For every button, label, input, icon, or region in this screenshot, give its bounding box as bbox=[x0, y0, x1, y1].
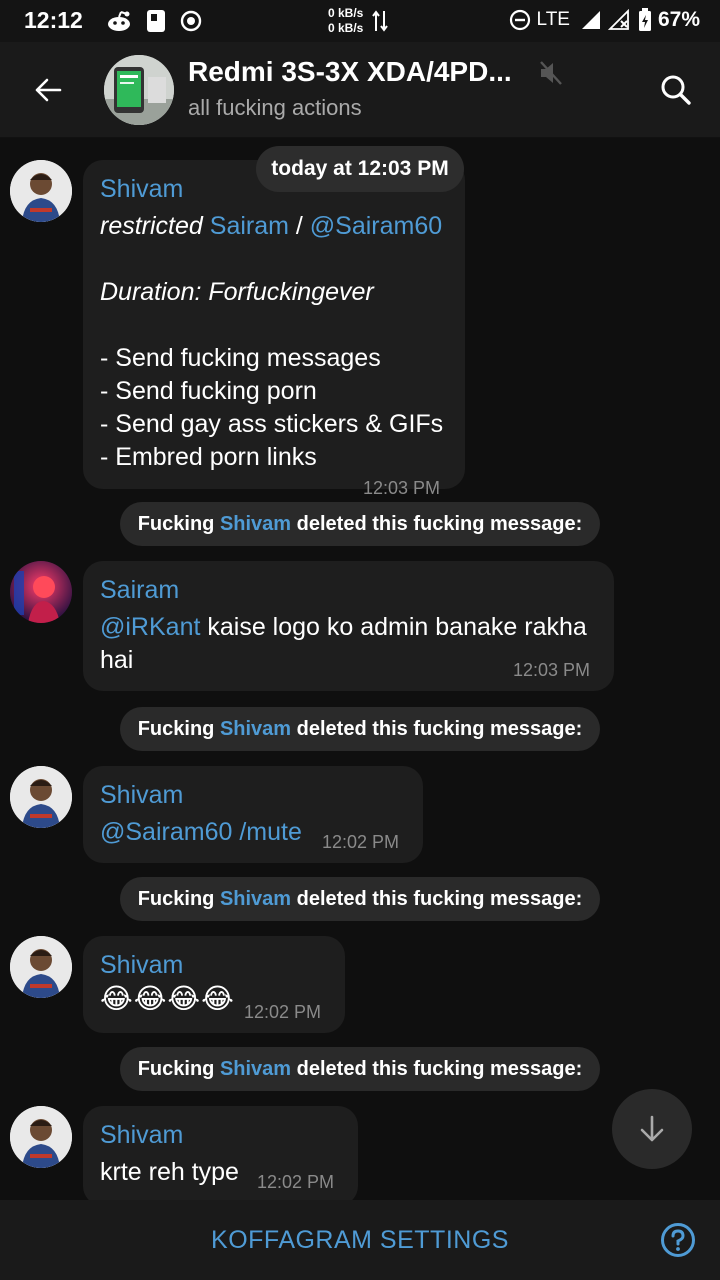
status-bar: 12:12 0 kB/s 0 kB/s LTE 67% bbox=[0, 0, 720, 42]
search-button[interactable] bbox=[654, 68, 698, 112]
sim-card-icon bbox=[147, 10, 165, 32]
message-time: 12:02 PM bbox=[322, 832, 400, 852]
search-icon bbox=[661, 75, 691, 105]
help-icon[interactable] bbox=[660, 1222, 696, 1258]
message-bubble[interactable]: Shivam @Sairam60 /mute 12:02 PM bbox=[83, 766, 423, 863]
muted-icon bbox=[540, 61, 562, 85]
system-suffix: deleted this fucking message: bbox=[291, 887, 583, 910]
sender-name[interactable]: Sairam bbox=[100, 576, 179, 605]
chat-subtitle: all fucking actions bbox=[188, 95, 362, 120]
system-message: Fucking Shivam deleted this fucking mess… bbox=[120, 502, 600, 546]
network-speed: 0 kB/s 0 kB/s bbox=[328, 6, 363, 36]
avatar-shivam[interactable] bbox=[10, 766, 72, 828]
system-prefix: Fucking bbox=[137, 1057, 220, 1080]
message-time: 12:03 PM bbox=[363, 478, 441, 498]
arrow-back-icon bbox=[35, 78, 62, 102]
battery-percent: 67% bbox=[657, 8, 700, 31]
system-prefix: Fucking bbox=[137, 717, 220, 740]
sender-name[interactable]: Shivam bbox=[100, 781, 183, 810]
system-user-link[interactable]: Shivam bbox=[220, 513, 291, 536]
scroll-to-bottom-button[interactable] bbox=[612, 1089, 692, 1169]
system-message: Fucking Shivam deleted this fucking mess… bbox=[120, 1047, 600, 1091]
system-prefix: Fucking bbox=[137, 887, 220, 910]
back-button[interactable] bbox=[24, 66, 72, 114]
reddit-icon bbox=[108, 11, 130, 31]
message-bubble[interactable]: Sairam @iRKant kaise logo ko admin banak… bbox=[83, 561, 614, 691]
message-text: krte reh type bbox=[100, 1158, 239, 1186]
avatar-sairam[interactable] bbox=[10, 561, 72, 623]
target-name-link[interactable]: Sairam bbox=[210, 212, 289, 240]
avatar-shivam[interactable] bbox=[10, 160, 72, 222]
do-not-disturb-icon bbox=[509, 9, 530, 31]
sender-name[interactable]: Shivam bbox=[100, 1121, 183, 1150]
record-icon bbox=[180, 10, 202, 32]
message-time: 12:02 PM bbox=[244, 1002, 322, 1022]
message-time: 12:02 PM bbox=[257, 1172, 335, 1192]
restriction-item: - Send fucking messages bbox=[100, 344, 381, 372]
arrow-down-icon bbox=[640, 1115, 664, 1142]
message-text: @iRKant kaise logo ko admin banake rakha bbox=[100, 611, 587, 644]
sender-name[interactable]: Shivam bbox=[100, 951, 183, 980]
user-photo-icon bbox=[10, 1106, 72, 1168]
avatar-shivam[interactable] bbox=[10, 936, 72, 998]
message-text-part: hai bbox=[100, 646, 134, 674]
sender-name[interactable]: Shivam bbox=[100, 175, 183, 204]
group-avatar[interactable] bbox=[104, 55, 174, 125]
status-right-icons: LTE 67% bbox=[509, 8, 700, 32]
bottom-bar: KOFFAGRAM SETTINGS bbox=[0, 1200, 720, 1280]
net-down-speed: 0 kB/s bbox=[328, 21, 364, 35]
signal-no-service-icon bbox=[607, 9, 629, 30]
system-message: Fucking Shivam deleted this fucking mess… bbox=[120, 707, 600, 751]
restriction-item: - Send gay ass stickers & GIFs bbox=[100, 410, 444, 438]
system-suffix: deleted this fucking message: bbox=[291, 512, 583, 535]
data-transfer-icon bbox=[372, 10, 388, 32]
message-bubble[interactable]: Shivam restricted Sairam / @Sairam60 Dur… bbox=[83, 160, 465, 498]
restriction-item: - Send fucking porn bbox=[100, 377, 317, 405]
command-link[interactable]: @Sairam60 /mute bbox=[100, 816, 302, 849]
message-bubble[interactable]: Shivam 😂😂😂😂 12:02 PM bbox=[83, 936, 345, 1033]
user-photo-icon bbox=[10, 160, 72, 222]
network-type: LTE bbox=[536, 9, 570, 30]
mention-link[interactable]: @iRKant bbox=[100, 613, 200, 641]
user-photo-icon bbox=[10, 766, 72, 828]
restriction-item: - Embred porn links bbox=[100, 443, 317, 471]
system-user-link[interactable]: Shivam bbox=[220, 888, 291, 911]
notification-icons bbox=[106, 9, 202, 33]
net-up-speed: 0 kB/s bbox=[328, 6, 364, 20]
message-bubble[interactable]: Shivam krte reh type 12:02 PM bbox=[83, 1106, 358, 1206]
signal-icon bbox=[581, 11, 600, 29]
message-time: 12:03 PM bbox=[513, 660, 591, 680]
user-photo-icon bbox=[10, 561, 72, 623]
system-message: Fucking Shivam deleted this fucking mess… bbox=[120, 877, 600, 921]
avatar-shivam[interactable] bbox=[10, 1106, 72, 1168]
user-photo-icon bbox=[10, 936, 72, 998]
duration-text: Duration: Forfuckingever bbox=[100, 278, 374, 306]
message-text-part: kaise logo ko admin banake rakha bbox=[200, 613, 587, 641]
date-divider: today at 12:03 PM bbox=[256, 146, 464, 192]
system-user-link[interactable]: Shivam bbox=[220, 718, 291, 741]
message-list[interactable]: Shivam restricted Sairam / @Sairam60 Dur… bbox=[0, 139, 720, 1206]
system-prefix: Fucking bbox=[137, 512, 220, 535]
koffagram-settings-button[interactable]: KOFFAGRAM SETTINGS bbox=[0, 1200, 720, 1280]
status-time: 12:12 bbox=[24, 7, 83, 33]
system-user-link[interactable]: Shivam bbox=[220, 1058, 291, 1081]
system-suffix: deleted this fucking message: bbox=[291, 717, 583, 740]
emoji-text: 😂😂😂😂 bbox=[100, 983, 235, 1014]
separator-text: / bbox=[288, 212, 310, 240]
restriction-line: restricted Sairam / @Sairam60 bbox=[100, 210, 442, 243]
action-text: restricted bbox=[100, 212, 203, 240]
phone-image-icon bbox=[104, 55, 174, 125]
system-suffix: deleted this fucking message: bbox=[291, 1057, 583, 1080]
chat-header: Redmi 3S-3X XDA/4PD... all fucking actio… bbox=[0, 42, 720, 138]
chat-title[interactable]: Redmi 3S-3X XDA/4PD... bbox=[188, 56, 512, 88]
battery-icon bbox=[638, 8, 651, 31]
target-handle-link[interactable]: @Sairam60 bbox=[310, 212, 442, 240]
